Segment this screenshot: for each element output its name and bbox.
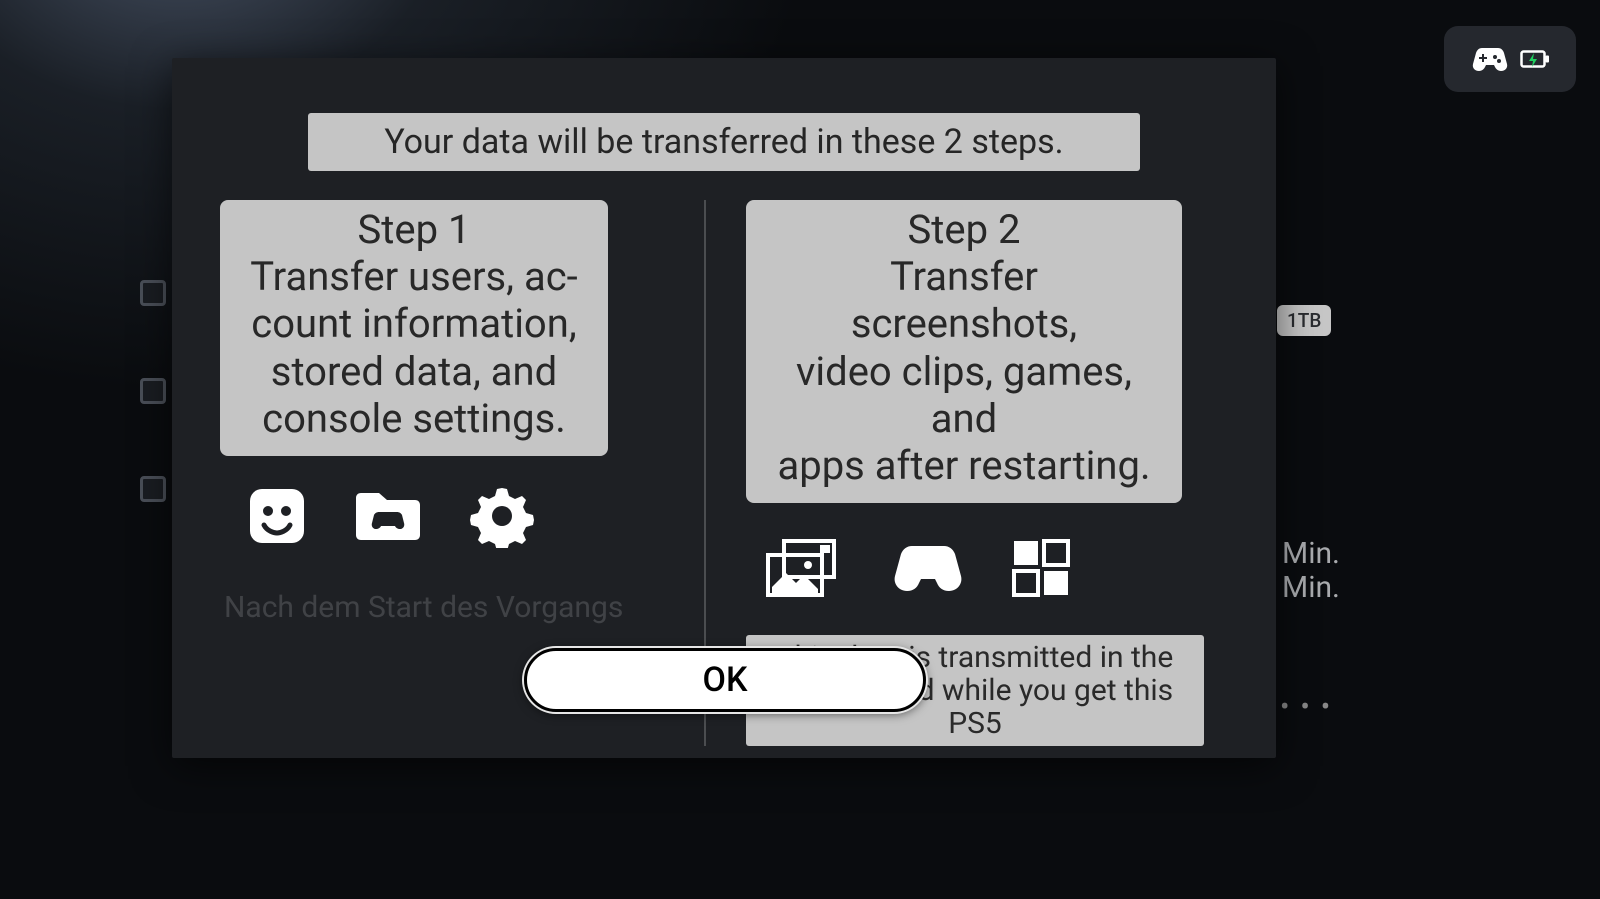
faded-background-text: Nach dem Start des Vorgangs musst — [224, 590, 624, 625]
step-2-heading: Step 2 — [774, 206, 1154, 253]
step-1-box: Step 1 Transfer users, ac- count informa… — [220, 200, 608, 456]
step-2-icons — [746, 539, 1070, 597]
bg-checkbox-3 — [140, 476, 166, 502]
storage-badge: 1TB — [1277, 305, 1331, 336]
step-2-box: Step 2 Transfer screenshots, video clips… — [746, 200, 1182, 503]
bg-checkbox-1 — [140, 280, 166, 306]
controller-icon — [1470, 45, 1510, 73]
gear-icon — [470, 484, 534, 548]
dialog-title: Your data will be transferred in these 2… — [308, 113, 1140, 171]
battery-charging-icon — [1520, 48, 1550, 70]
bg-checkbox-2 — [140, 378, 166, 404]
ok-button-label: OK — [703, 660, 748, 700]
step-2-body: Transfer screenshots, video clips, games… — [774, 253, 1154, 489]
step-1-icons — [220, 484, 534, 548]
time-min-1: Min. — [1282, 536, 1340, 571]
controller-icon — [890, 542, 966, 594]
bg-ellipsis: • • • — [1280, 690, 1332, 723]
step-1-heading: Step 1 — [248, 206, 580, 253]
apps-grid-icon — [1012, 539, 1070, 597]
time-min-2: Min. — [1282, 570, 1340, 605]
status-pill — [1444, 26, 1576, 92]
folder-game-icon — [352, 488, 424, 544]
step-1-body: Transfer users, ac- count information, s… — [248, 253, 580, 442]
media-icon — [764, 539, 844, 597]
ok-button[interactable]: OK — [524, 648, 926, 712]
user-smile-icon — [248, 487, 306, 545]
